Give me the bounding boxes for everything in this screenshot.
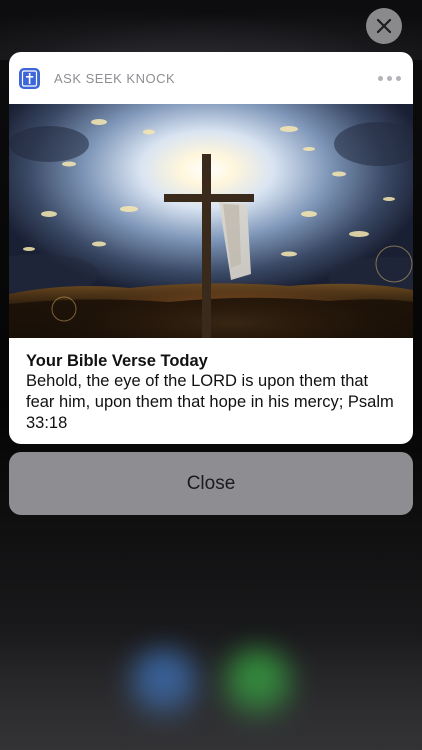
notification-title: Your Bible Verse Today (26, 352, 208, 370)
ellipsis-icon (378, 75, 383, 81)
notification-image (9, 104, 413, 338)
notification-header: ASK SEEK KNOCK (9, 52, 413, 104)
close-button[interactable]: Close (9, 452, 413, 515)
more-options-button[interactable] (376, 70, 403, 87)
ellipsis-icon (396, 75, 401, 81)
screen: ASK SEEK KNOCK Your Bible Verse Today Be… (0, 0, 422, 750)
dismiss-button[interactable] (366, 8, 402, 44)
notification-body: Your Bible Verse Today Behold, the eye o… (9, 338, 413, 434)
notification-message: Behold, the eye of the LORD is upon them… (26, 372, 394, 432)
app-name: ASK SEEK KNOCK (54, 70, 176, 86)
background-dock (0, 630, 422, 750)
notification-card[interactable]: ASK SEEK KNOCK Your Bible Verse Today Be… (9, 52, 413, 444)
background-glow (0, 0, 422, 60)
app-icon (19, 67, 40, 89)
ellipsis-icon (387, 75, 392, 81)
cross-book-icon (21, 69, 38, 87)
close-icon (376, 18, 392, 34)
close-button-label: Close (186, 472, 236, 494)
